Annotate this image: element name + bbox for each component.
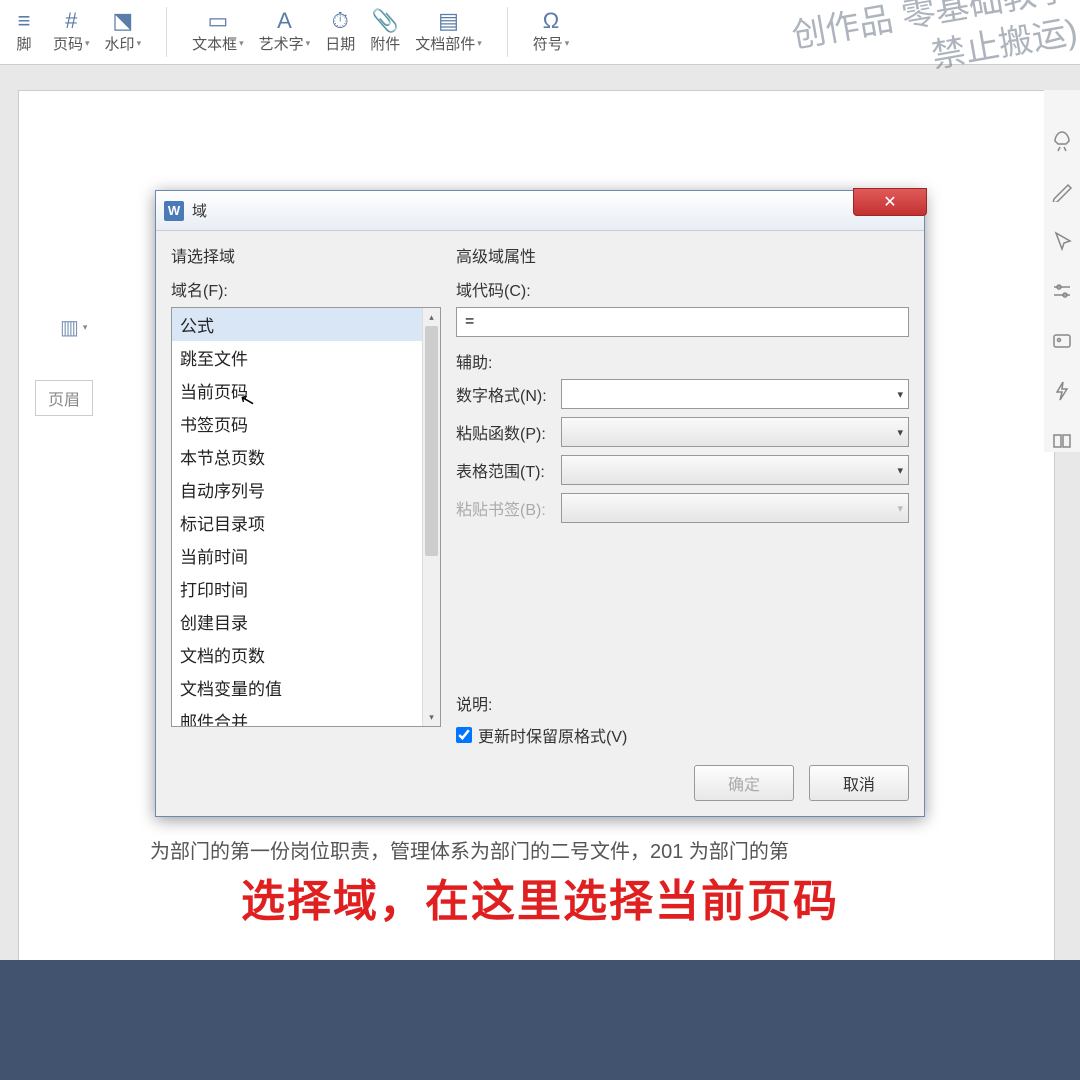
num-format-label: 数字格式(N): [456, 382, 561, 406]
header-region-label: 页眉 [35, 380, 93, 416]
tool-doc-parts[interactable]: ▤文档部件▾ [415, 11, 482, 54]
dialog-titlebar[interactable]: W 域 ✕ [156, 191, 924, 231]
cursor-icon[interactable] [1051, 230, 1073, 252]
instruction-annotation: 选择域，在这里选择当前页码 [0, 865, 1080, 929]
dialog-title-text: 域 [192, 200, 207, 221]
cancel-button[interactable]: 取消 [809, 765, 909, 801]
table-range-combo[interactable]: ▾ [561, 455, 909, 485]
tool-watermark[interactable]: ⬔水印▾ [105, 11, 142, 54]
select-field-label: 请选择域 [171, 243, 441, 267]
tool-footer[interactable]: ≡脚 [10, 11, 38, 54]
bolt-icon[interactable] [1051, 380, 1073, 402]
list-item[interactable]: 跳至文件 [172, 341, 422, 374]
tool-wordart[interactable]: A艺术字▾ [259, 11, 311, 54]
keep-format-label: 更新时保留原格式(V) [478, 723, 627, 747]
paste-func-label: 粘贴函数(P): [456, 420, 561, 444]
scroll-up-button[interactable]: ▴ [423, 308, 440, 326]
right-sidebar [1044, 90, 1080, 452]
rocket-icon[interactable] [1051, 130, 1073, 152]
field-listbox[interactable]: 公式 跳至文件 当前页码 书签页码 本节总页数 自动序列号 标记目录项 当前时间… [171, 307, 441, 727]
image-icon[interactable] [1051, 330, 1073, 352]
list-item[interactable]: 标记目录项 [172, 506, 422, 539]
field-code-label: 域代码(C): [456, 277, 909, 301]
list-item[interactable]: 邮件合并 [172, 704, 422, 727]
watermark-text: 创作品 零基础教学 禁止搬运) [788, 0, 1080, 102]
scroll-thumb[interactable] [425, 326, 438, 556]
list-item[interactable]: 书签页码 [172, 407, 422, 440]
table-range-label: 表格范围(T): [456, 458, 561, 482]
list-item[interactable]: 当前时间 [172, 539, 422, 572]
page-gutter-icon[interactable]: ▥ ▾ [60, 315, 87, 340]
app-w-icon: W [164, 201, 184, 221]
tool-textbox[interactable]: ▭文本框▾ [192, 11, 244, 54]
ok-button[interactable]: 确定 [694, 765, 794, 801]
description-label: 说明: [456, 691, 909, 715]
field-name-label: 域名(F): [171, 277, 441, 301]
paste-bookmark-combo: ▾ [561, 493, 909, 523]
list-item[interactable]: 自动序列号 [172, 473, 422, 506]
tool-attachment[interactable]: 📎附件 [370, 11, 400, 54]
list-item[interactable]: 本节总页数 [172, 440, 422, 473]
pencil-icon[interactable] [1051, 180, 1073, 202]
list-item[interactable]: 公式 [172, 308, 422, 341]
paste-func-combo[interactable]: ▾ [561, 417, 909, 447]
list-item[interactable]: 创建目录 [172, 605, 422, 638]
list-item[interactable]: 打印时间 [172, 572, 422, 605]
assist-label: 辅助: [456, 349, 909, 373]
tool-symbol[interactable]: Ω符号▾ [533, 11, 570, 54]
footer-bar [0, 960, 1080, 1080]
tool-page-number[interactable]: #页码▾ [53, 11, 90, 54]
paste-bookmark-label: 粘贴书签(B): [456, 496, 561, 520]
scrollbar[interactable]: ▴ ▾ [422, 308, 440, 726]
tool-date[interactable]: ⏱日期 [325, 11, 355, 54]
num-format-combo[interactable]: ▾ [561, 379, 909, 409]
field-dialog: W 域 ✕ 请选择域 域名(F): 公式 跳至文件 当前页码 书签页码 本节总页… [155, 190, 925, 817]
sliders-icon[interactable] [1051, 280, 1073, 302]
field-code-input[interactable] [456, 307, 909, 337]
advanced-props-label: 高级域属性 [456, 243, 909, 267]
book-icon[interactable] [1051, 430, 1073, 452]
close-button[interactable]: ✕ [853, 188, 927, 216]
list-item[interactable]: 文档的页数 [172, 638, 422, 671]
scroll-down-button[interactable]: ▾ [423, 708, 440, 726]
list-item[interactable]: 当前页码 [172, 374, 422, 407]
keep-format-checkbox[interactable] [456, 727, 472, 743]
list-item[interactable]: 文档变量的值 [172, 671, 422, 704]
